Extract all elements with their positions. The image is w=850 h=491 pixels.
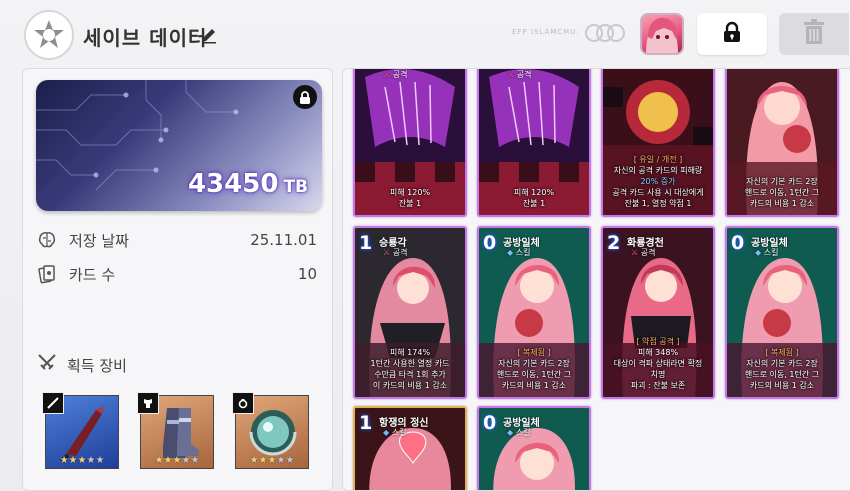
card[interactable]: 0 공방일체 ◆ 스킬 [ 복제됨 ] 자신의 기본 카드 2장 핸드로 이동,… [725, 226, 839, 399]
card-type: ⚔ 공격 [383, 70, 408, 79]
card-description: 피해 120% 잔불 1 [389, 188, 431, 208]
card[interactable]: ⚔ 공격 피해 120% 잔불 1 [353, 69, 467, 217]
equipment-heading: 획득 장비 [37, 353, 127, 377]
currency-value: 43450 TB [188, 169, 308, 199]
card[interactable]: 1 승룡각 ⚔ 공격 피해 174% 1턴간 사용한 열정 카드 수만큼 타격 … [353, 226, 467, 399]
card-type: ◆ 스킬 [507, 428, 531, 437]
lock-icon [723, 21, 741, 47]
banner-lock-icon [293, 85, 317, 109]
armor-icon [137, 392, 159, 414]
crossed-swords-icon [37, 353, 57, 377]
card-cost: 0 [483, 412, 497, 434]
card-cost: 1 [359, 412, 373, 434]
card-deck-panel: ⚔ 공격 피해 120% 잔불 1 ⚔ 공격 피해 120% 잔불 1 [유일… [342, 68, 850, 491]
card[interactable]: 0 공방일체 ◆ 스킬 [477, 406, 591, 490]
card-description: [ 유일 / 개전 ] 자신의 공격 카드의 피해량 20% 증가 공격 카드 … [612, 155, 704, 208]
currency-unit: TB [283, 177, 308, 197]
equipment-label: 획득 장비 [67, 356, 127, 375]
weapon-stars: ★★★★★ [59, 455, 105, 466]
equipment-accessory[interactable]: ★★★★★ [232, 392, 309, 469]
card-count-label: 카드 수 [69, 265, 116, 284]
delete-button[interactable] [779, 13, 849, 55]
equipment-armor[interactable]: ★★★★★ [137, 392, 214, 469]
equipment-weapon[interactable]: ★★★★★ [42, 392, 119, 469]
save-date-value: 25.11.01 [250, 231, 317, 249]
card[interactable]: [ 유일 / 개전 ] 자신의 공격 카드의 피해량 20% 증가 공격 카드 … [601, 69, 715, 217]
page-title: 세이브 데이터 [83, 26, 208, 50]
card[interactable]: ⚔ 공격 피해 120% 잔불 1 [477, 69, 591, 217]
save-data-window: 세이브 데이터 EFP ISLAMCMU. 43450 TB 저장 날짜 25.… [0, 0, 850, 491]
card[interactable]: 0 공방일체 ◆ 스킬 [ 복제됨 ] 자신의 기본 카드 2장 핸드로 이동,… [477, 226, 591, 399]
save-date-row: 저장 날짜 25.11.01 [37, 228, 317, 252]
card-count-value: 10 [297, 265, 317, 283]
card-cost: 0 [731, 232, 745, 254]
card-description: 피해 120% 잔불 1 [513, 188, 555, 208]
save-summary-panel: 43450 TB 저장 날짜 25.11.01 카드 수 10 획득 장비 ★★… [22, 68, 333, 491]
card-type: ⚔ 공격 [631, 248, 656, 257]
card-count-row: 카드 수 10 [37, 262, 317, 286]
card-description: [ 복제됨 ] 자신의 기본 카드 2장 핸드로 이동, 1턴간 그 카드의 비… [496, 348, 572, 390]
trash-icon [803, 19, 825, 49]
card-cost: 0 [483, 232, 497, 254]
accessory-stars: ★★★★★ [249, 455, 295, 466]
weapon-icon [42, 392, 64, 414]
lock-button[interactable] [697, 13, 767, 55]
card-cost: 2 [607, 232, 621, 254]
currency-amount: 43450 [187, 169, 279, 199]
card-type: ⚔ 공격 [507, 70, 532, 79]
cards-icon [37, 264, 57, 284]
card[interactable]: 자신의 기본 카드 2장 핸드로 이동, 1턴간 그 카드의 비용 1 감소 [725, 69, 839, 217]
card-type: ⚔ 공격 [383, 248, 408, 257]
save-date-label: 저장 날짜 [69, 231, 129, 250]
ring-icon [232, 392, 254, 414]
currency-banner: 43450 TB [36, 80, 322, 211]
card-cost: 1 [359, 232, 373, 254]
card-type: ◆ 스킬 [755, 248, 779, 257]
character-avatar-button[interactable] [640, 13, 684, 55]
edit-pencil-icon[interactable] [200, 26, 218, 48]
card-description: [ 복제됨 ] 자신의 기본 카드 2장 핸드로 이동, 1턴간 그 카드의 비… [744, 348, 820, 390]
card-type: ◆ 스킬 [383, 428, 407, 437]
rings-logo-icon [583, 22, 627, 48]
card-type: ◆ 스킬 [507, 248, 531, 257]
star-emblem-icon [24, 10, 74, 60]
card[interactable]: 1 항쟁의 정신 ◆ 스킬 [353, 406, 467, 490]
card-description: [ 약점 공격 ] 피해 348% 대상이 격파 상태라면 확정 치명 파괴 :… [613, 337, 703, 390]
brand-text: EFP ISLAMCMU. [512, 28, 580, 36]
card[interactable]: 2 화룡경천 ⚔ 공격 [ 약점 공격 ] 피해 348% 대상이 격파 상태라… [601, 226, 715, 399]
armor-stars: ★★★★★ [154, 455, 200, 466]
card-description: 피해 174% 1턴간 사용한 열정 카드 수만큼 타격 1회 추가 이 카드의… [370, 348, 450, 390]
brain-icon [37, 230, 57, 250]
card-description: 자신의 기본 카드 2장 핸드로 이동, 1턴간 그 카드의 비용 1 감소 [744, 177, 820, 208]
